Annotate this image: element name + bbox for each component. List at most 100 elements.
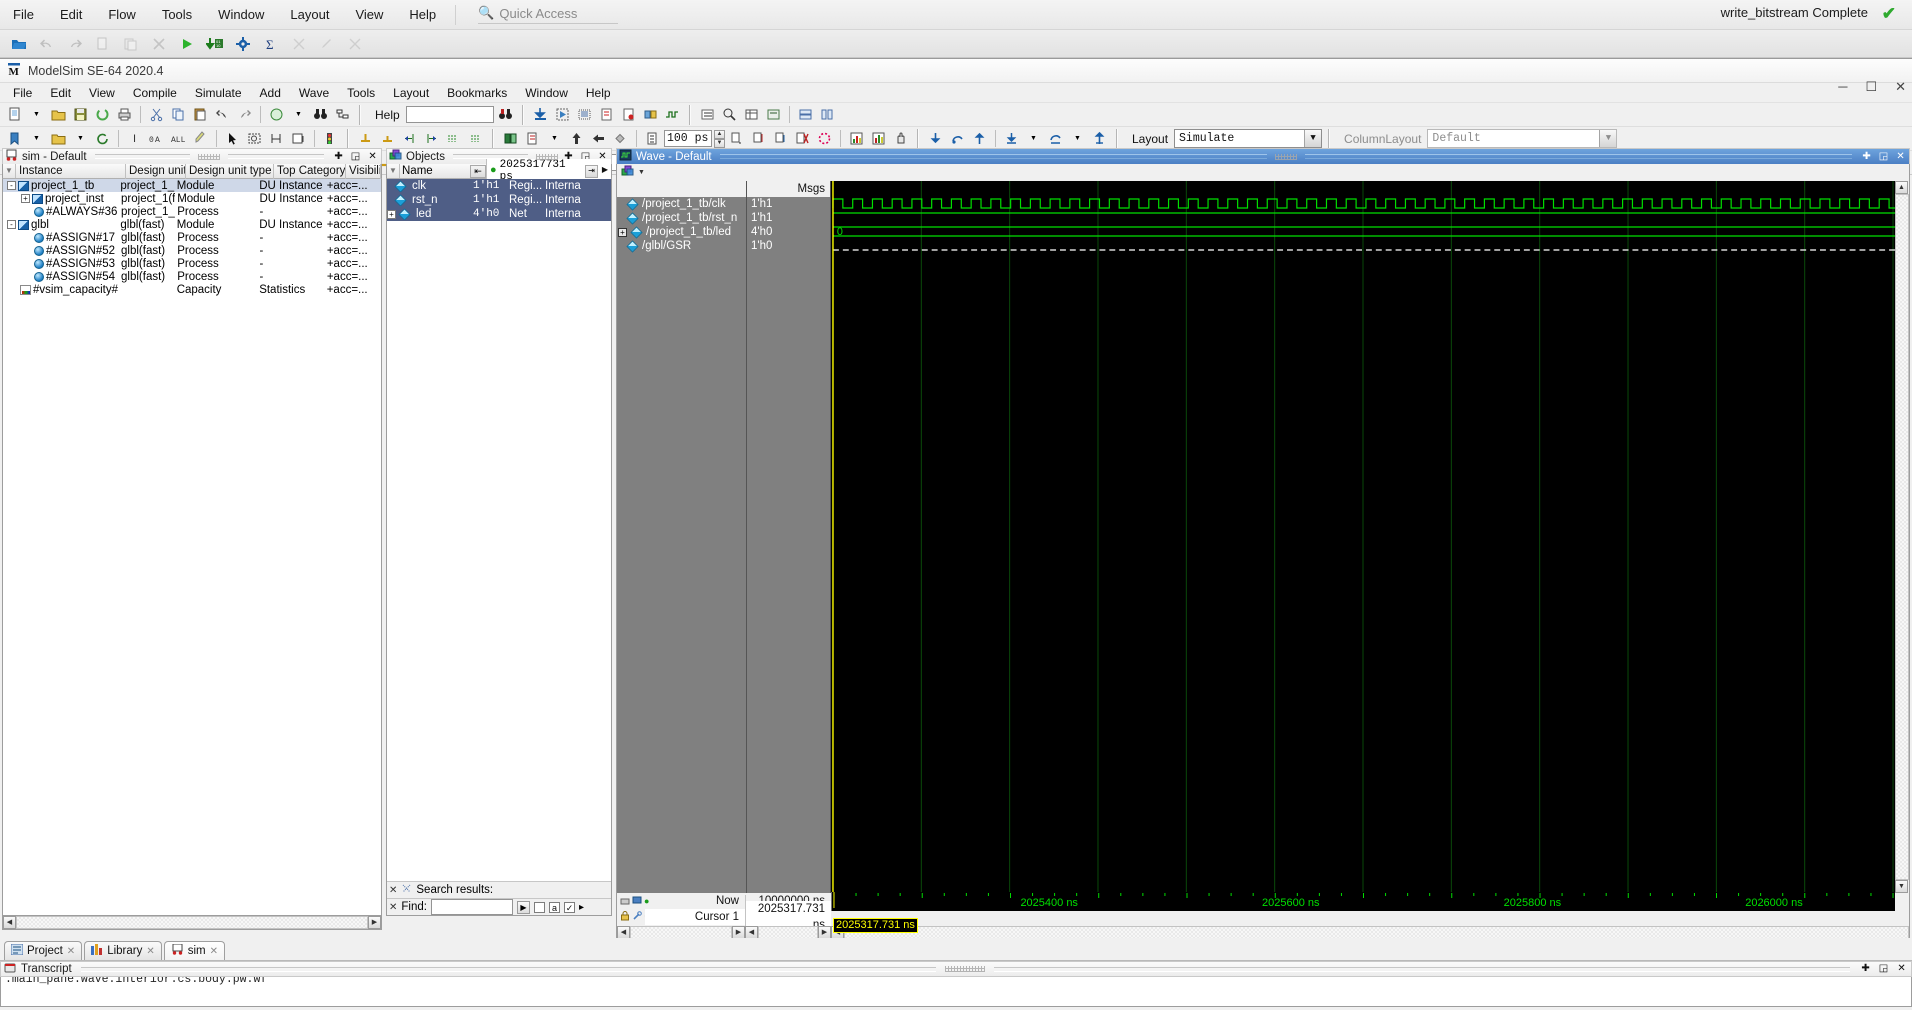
report-icon[interactable] xyxy=(286,33,312,55)
sim-hscrollbar[interactable]: ◀ ▶ xyxy=(2,916,382,930)
redo-icon[interactable] xyxy=(62,33,88,55)
ms-menu-tools[interactable]: Tools xyxy=(338,84,384,102)
up-arrow-icon[interactable] xyxy=(566,129,587,149)
paste-icon[interactable] xyxy=(190,105,211,125)
find-extra-icon[interactable]: ▸ xyxy=(579,902,584,913)
close-find-icon[interactable]: ✕ xyxy=(389,902,397,913)
pane-undock-button[interactable]: ◲ xyxy=(349,151,362,163)
names-scroll-track[interactable] xyxy=(630,925,732,939)
outline-icon[interactable] xyxy=(332,105,353,125)
close-button[interactable]: ✕ xyxy=(1895,79,1906,95)
transcript-body[interactable]: .main_pane.wave.interior.cs.body.pw.wf xyxy=(0,977,1912,1007)
objects-more-icon[interactable]: ▶ xyxy=(599,165,611,178)
wave-objects-icon[interactable] xyxy=(621,165,635,181)
lock-icon[interactable] xyxy=(620,910,630,924)
folder-open2-icon[interactable] xyxy=(48,129,69,149)
scroll-up-icon[interactable]: ▲ xyxy=(1895,181,1908,194)
close-icon[interactable] xyxy=(146,33,172,55)
wave-graph-area[interactable]: 0 xyxy=(831,181,1895,893)
objects-nav-icon[interactable]: ⇥ xyxy=(585,164,598,178)
continue-icon[interactable] xyxy=(770,129,791,149)
measure-icon[interactable] xyxy=(266,129,287,149)
step-over-icon[interactable] xyxy=(947,129,968,149)
run-step-icon[interactable] xyxy=(726,129,747,149)
paste-icon[interactable] xyxy=(118,33,144,55)
wrench-icon[interactable] xyxy=(632,910,642,924)
zoom-fit-icon[interactable] xyxy=(719,105,740,125)
restart-icon[interactable] xyxy=(814,129,835,149)
transcript-undock-button[interactable]: ◲ xyxy=(1877,963,1890,975)
copy-icon[interactable] xyxy=(90,33,116,55)
run-to-cursor-dropdown-icon[interactable]: ▼ xyxy=(1023,129,1044,149)
table-row[interactable]: + project_inst project_1(f...Module DU Inst… xyxy=(3,192,381,205)
values-scroll-left-icon[interactable]: ◀ xyxy=(745,925,758,939)
collapse-icon[interactable]: - xyxy=(7,181,16,190)
cursor-remove-icon[interactable] xyxy=(377,129,398,149)
cut-icon[interactable] xyxy=(146,105,167,125)
tab-project[interactable]: Project ✕ xyxy=(4,941,83,960)
wave-compare-icon[interactable] xyxy=(846,129,867,149)
transcript-dock-button[interactable]: ✚ xyxy=(1859,963,1872,975)
pane-dock-button[interactable]: ✚ xyxy=(1860,151,1873,163)
transcript-grip[interactable] xyxy=(945,966,986,972)
vivado-menu-layout[interactable]: Layout xyxy=(277,3,342,26)
scroll-down-icon[interactable]: ▼ xyxy=(1895,880,1908,893)
simulate-icon[interactable] xyxy=(552,105,573,125)
bookmark-dropdown-icon[interactable]: ▼ xyxy=(26,129,47,149)
vscroll-track[interactable] xyxy=(1895,194,1909,880)
tab-sim[interactable]: sim ✕ xyxy=(163,941,226,960)
table-row[interactable]: #ALWAYS#36project_1_...Process - +acc=... xyxy=(3,205,381,218)
copy-icon[interactable] xyxy=(168,105,189,125)
ms-menu-bookmarks[interactable]: Bookmarks xyxy=(438,84,516,102)
bookmark-icon[interactable] xyxy=(4,129,25,149)
save-icon[interactable] xyxy=(70,105,91,125)
find-next-icon[interactable]: ▶ xyxy=(516,900,530,914)
coverage-icon[interactable] xyxy=(640,105,661,125)
break-icon[interactable] xyxy=(792,129,813,149)
open-folder-icon[interactable] xyxy=(6,33,32,55)
ms-menu-file[interactable]: File xyxy=(4,84,41,102)
wave-signal-row[interactable]: /project_1_tb/rst_n xyxy=(617,211,746,225)
run-icon[interactable] xyxy=(174,33,200,55)
col-visibility[interactable]: Visibility xyxy=(346,163,381,179)
tab-library[interactable]: Library ✕ xyxy=(84,941,162,960)
scroll-left-icon[interactable]: ◀ xyxy=(3,916,16,929)
list-item[interactable]: + led 4'h0 Net Interna xyxy=(387,207,611,221)
expand-icon[interactable]: + xyxy=(387,209,396,219)
pane-grip[interactable] xyxy=(1274,153,1297,160)
find-next-transition-icon[interactable] xyxy=(465,129,486,149)
layout-v-icon[interactable] xyxy=(817,105,838,125)
tab-close-icon[interactable]: ✕ xyxy=(146,946,154,957)
vivado-menu-view[interactable]: View xyxy=(342,3,396,26)
undo-icon[interactable] xyxy=(34,33,60,55)
sort-indicator-icon[interactable]: ▼ xyxy=(387,164,400,178)
undo-icon[interactable] xyxy=(212,105,233,125)
vivado-menu-edit[interactable]: Edit xyxy=(47,3,95,26)
table-icon[interactable] xyxy=(741,105,762,125)
scroll-right-icon[interactable]: ▶ xyxy=(368,916,381,929)
wave-signal-row[interactable]: /project_1_tb/clk xyxy=(617,197,746,211)
cancel-icon[interactable] xyxy=(342,33,368,55)
list-icon[interactable] xyxy=(697,105,718,125)
next-edge-icon[interactable] xyxy=(421,129,442,149)
col-top-category[interactable]: Top Category xyxy=(274,163,346,179)
layout-h-icon[interactable] xyxy=(795,105,816,125)
list-item[interactable]: rst_n 1'h1 Regi... Interna xyxy=(387,193,611,207)
cursor-lock-icon[interactable] xyxy=(620,895,630,908)
hex-format-icon[interactable]: 0A xyxy=(146,129,167,149)
pane-close-button[interactable]: ✕ xyxy=(366,151,379,163)
find-option-1-checkbox[interactable] xyxy=(533,901,545,913)
zoom-mode-icon[interactable] xyxy=(244,129,265,149)
open-icon[interactable] xyxy=(48,105,69,125)
left-arrow-icon[interactable] xyxy=(588,129,609,149)
values-scroll-right-icon[interactable]: ▶ xyxy=(818,925,831,939)
timestep-input[interactable] xyxy=(664,130,712,147)
vivado-menu-tools[interactable]: Tools xyxy=(149,3,205,26)
insert-dropdown-icon[interactable]: ▼ xyxy=(544,129,565,149)
breakpoint-icon[interactable] xyxy=(320,129,341,149)
highlight-icon[interactable] xyxy=(190,129,211,149)
expand-icon[interactable]: + xyxy=(21,194,30,203)
help-search-icon[interactable] xyxy=(495,105,516,125)
new-dropdown-icon[interactable]: ▼ xyxy=(26,105,47,125)
cursor-add-small-icon[interactable] xyxy=(632,895,642,908)
